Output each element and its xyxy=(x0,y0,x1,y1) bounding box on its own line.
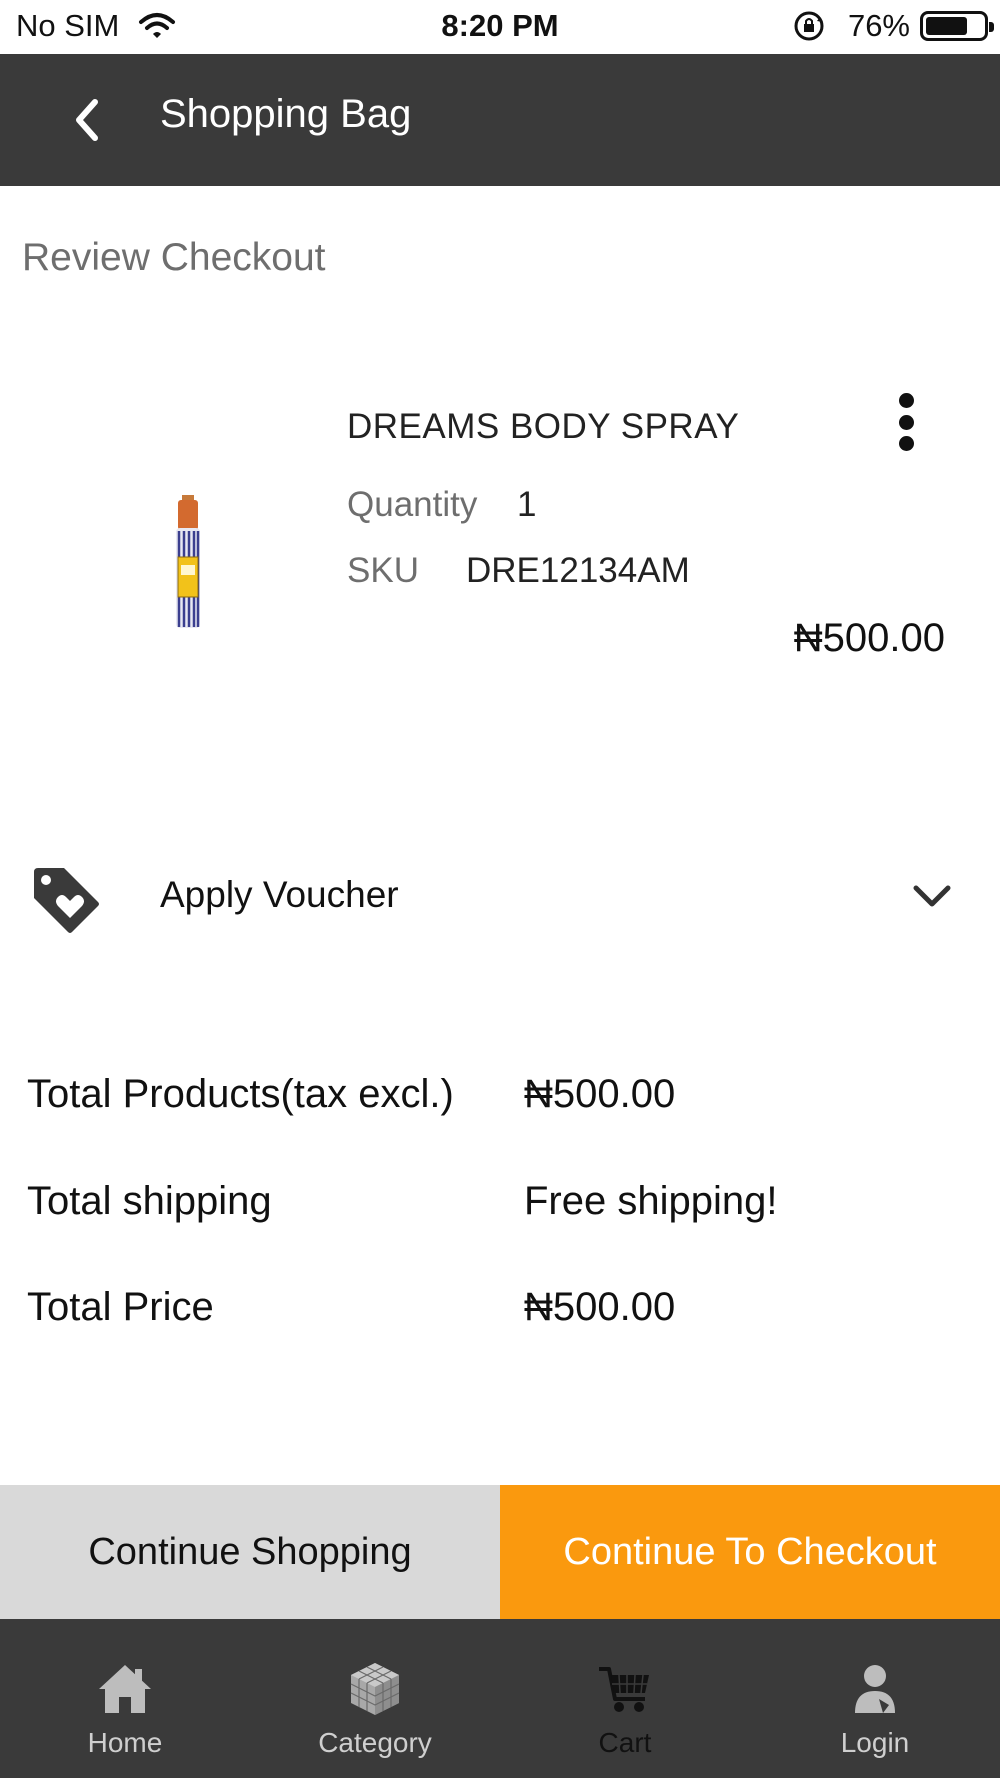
page-title: Shopping Bag xyxy=(160,92,412,136)
total-shipping-value: Free shipping! xyxy=(524,1179,778,1223)
total-price-label: Total Price xyxy=(27,1285,214,1329)
battery-percent: 76% xyxy=(847,8,910,43)
continue-shopping-button[interactable]: Continue Shopping xyxy=(0,1485,500,1619)
product-image[interactable] xyxy=(160,495,216,631)
status-right: 76% xyxy=(792,8,994,44)
tab-login[interactable]: Login xyxy=(750,1619,1000,1778)
tab-cart-label: Cart xyxy=(598,1727,652,1758)
tab-cart[interactable]: Cart xyxy=(500,1619,750,1778)
more-vertical-icon xyxy=(898,393,914,408)
apply-voucher-label: Apply Voucher xyxy=(160,874,399,915)
totals-row-shipping: Total shipping Free shipping! xyxy=(0,1179,1000,1239)
quantity-label: Quantity xyxy=(347,485,478,524)
back-button[interactable] xyxy=(56,90,116,150)
tab-home-label: Home xyxy=(87,1727,163,1758)
status-bar: No SIM 8:20 PM 76% xyxy=(0,0,1000,54)
total-price-value: ₦500.00 xyxy=(524,1285,676,1329)
total-shipping-label: Total shipping xyxy=(27,1179,272,1223)
total-products-label: Total Products(tax excl.) xyxy=(27,1072,454,1116)
battery-icon xyxy=(920,11,994,41)
chevron-left-icon xyxy=(76,99,98,141)
bottom-tab-bar: Home Category Cart Login xyxy=(0,1619,1000,1778)
more-dot xyxy=(898,414,914,430)
cube-icon xyxy=(350,1663,400,1715)
app-header: Shopping Bag xyxy=(0,54,1000,186)
orientation-lock-icon xyxy=(794,11,824,41)
cart-icon xyxy=(599,1667,649,1712)
tag-heart-icon xyxy=(34,868,99,933)
chevron-down-icon xyxy=(913,885,951,907)
apply-voucher-row[interactable]: Apply Voucher xyxy=(0,850,1000,942)
quantity-value: 1 xyxy=(517,485,537,524)
sku-value: DRE12134AM xyxy=(466,551,690,590)
tab-login-label: Login xyxy=(840,1727,910,1758)
continue-to-checkout-button[interactable]: Continue To Checkout xyxy=(500,1485,1000,1619)
tab-home[interactable]: Home xyxy=(0,1619,250,1778)
battery-fill xyxy=(926,17,968,35)
tab-category-label: Category xyxy=(318,1727,432,1758)
more-dot xyxy=(898,436,914,451)
home-icon xyxy=(99,1665,151,1713)
sku-label: SKU xyxy=(347,551,419,590)
product-name[interactable]: DREAMS BODY SPRAY xyxy=(347,407,739,447)
totals-row-products: Total Products(tax excl.) ₦500.00 xyxy=(0,1072,1000,1132)
totals-row-price: Total Price ₦500.00 xyxy=(0,1285,1000,1345)
total-products-value: ₦500.00 xyxy=(524,1072,676,1116)
product-price: ₦500.00 xyxy=(793,616,945,660)
review-checkout-heading: Review Checkout xyxy=(22,236,326,279)
user-icon xyxy=(855,1665,895,1713)
tab-category[interactable]: Category xyxy=(250,1619,500,1778)
more-options-button[interactable] xyxy=(880,388,932,456)
